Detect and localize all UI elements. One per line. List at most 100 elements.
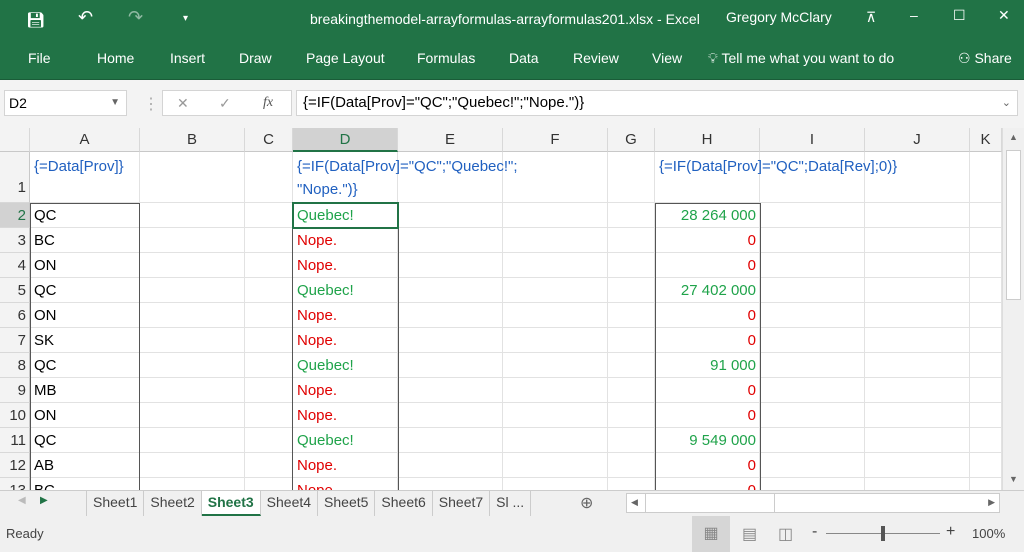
name-box[interactable]: D2 ▼	[4, 90, 127, 116]
row-header-7[interactable]: 7	[0, 328, 30, 353]
row-header-10[interactable]: 10	[0, 403, 30, 428]
cell-D1-line1[interactable]: {=IF(Data[Prov]="QC";"Quebec!";	[293, 154, 522, 179]
gridline	[30, 452, 1002, 453]
tab-review[interactable]: Review	[573, 50, 619, 66]
sheet-tab-4[interactable]: Sheet4	[261, 491, 319, 516]
sheet-tab-8[interactable]: Sl ...	[490, 491, 532, 516]
column-header-C[interactable]: C	[245, 128, 293, 152]
column-header-F[interactable]: F	[503, 128, 608, 152]
sheet-tab-1[interactable]: Sheet1	[87, 491, 145, 516]
row-header-11[interactable]: 11	[0, 428, 30, 453]
minimize-icon[interactable]: –	[910, 7, 918, 23]
row-header-5[interactable]: 5	[0, 278, 30, 303]
row-header-3[interactable]: 3	[0, 228, 30, 253]
status-bar: Ready ▦ ▤ ◫ - + 100%	[0, 516, 1024, 552]
gridline	[30, 427, 1002, 428]
save-icon[interactable]: 💾︎	[26, 11, 45, 29]
select-all-corner[interactable]	[0, 128, 30, 152]
column-header-B[interactable]: B	[140, 128, 245, 152]
cell-D1-line2: "Nope.")}	[297, 181, 358, 198]
grip-icon: ⋮	[143, 96, 159, 113]
customize-qat-icon[interactable]: ▾	[183, 13, 188, 24]
tab-home[interactable]: Home	[97, 50, 134, 66]
gridline	[30, 402, 1002, 403]
row-header-4[interactable]: 4	[0, 253, 30, 278]
formula-buttons: ✕ ✓ fx	[162, 90, 292, 116]
row-header-13[interactable]: 13	[0, 478, 30, 490]
zoom-out-icon[interactable]: -	[812, 523, 817, 541]
hscroll-thumb[interactable]	[645, 494, 775, 512]
tell-me-box[interactable]: 💡︎ Tell me what you want to do	[708, 50, 894, 67]
zoom-level[interactable]: 100%	[972, 526, 1005, 541]
scroll-down-icon[interactable]: ▼	[1009, 474, 1018, 484]
sheet-tab-6[interactable]: Sheet6	[375, 491, 433, 516]
prev-sheet-icon[interactable]: ◀	[18, 495, 26, 506]
active-cell-D2[interactable]	[292, 202, 399, 229]
row-header-9[interactable]: 9	[0, 378, 30, 403]
gridline	[30, 302, 1002, 303]
sheet-tab-3[interactable]: Sheet3	[201, 491, 261, 516]
tab-view[interactable]: View	[652, 50, 682, 66]
column-header-J[interactable]: J	[865, 128, 970, 152]
vertical-scrollbar[interactable]: ▲ ▼	[1002, 128, 1024, 490]
gridline	[30, 327, 1002, 328]
tab-data[interactable]: Data	[509, 50, 539, 66]
redo-icon[interactable]: ↷	[128, 7, 143, 28]
column-header-E[interactable]: E	[398, 128, 503, 152]
scroll-thumb[interactable]	[1006, 150, 1021, 300]
normal-view-icon[interactable]: ▦	[692, 516, 730, 552]
zoom-in-icon[interactable]: +	[946, 523, 955, 541]
sheet-tab-2[interactable]: Sheet2	[144, 491, 202, 516]
user-name[interactable]: Gregory McClary	[726, 9, 832, 25]
gridline	[30, 227, 1002, 228]
tab-draw[interactable]: Draw	[239, 50, 272, 66]
row-header-1[interactable]: 1	[0, 152, 30, 203]
tab-page-layout[interactable]: Page Layout	[306, 50, 385, 66]
row-header-2[interactable]: 2	[0, 203, 30, 228]
column-header-A[interactable]: A	[30, 128, 140, 152]
person-icon: ⚇	[958, 50, 971, 66]
tab-insert[interactable]: Insert	[170, 50, 205, 66]
column-header-K[interactable]: K	[970, 128, 1002, 152]
column-header-D[interactable]: D	[293, 128, 398, 152]
row-header-6[interactable]: 6	[0, 303, 30, 328]
sheet-tab-5[interactable]: Sheet5	[318, 491, 376, 516]
cell-A1[interactable]: {=Data[Prov]}	[30, 154, 128, 179]
title-bar: 💾︎ ↶ ↷ ▾ breakingthemodel-arrayformulas-…	[0, 0, 1024, 38]
worksheet-grid[interactable]: ABCDEFGHIJK 12345678910111213 {=Data[Pro…	[0, 128, 1002, 490]
scroll-right-icon[interactable]: ▶	[988, 497, 995, 508]
formula-bar: D2 ▼ ⋮ ✕ ✓ fx {=IF(Data[Prov]="QC";"Quebe…	[0, 80, 1024, 128]
scroll-left-icon[interactable]: ◀	[631, 497, 638, 508]
tab-file[interactable]: File	[28, 50, 51, 66]
horizontal-scrollbar[interactable]: ◀ ▶	[626, 493, 1000, 513]
window-title: breakingthemodel-arrayformulas-arrayform…	[310, 11, 700, 27]
undo-icon[interactable]: ↶	[78, 7, 93, 28]
enter-icon[interactable]: ✓	[219, 91, 231, 115]
column-header-I[interactable]: I	[760, 128, 865, 152]
status-text: Ready	[6, 526, 44, 541]
scroll-up-icon[interactable]: ▲	[1009, 132, 1018, 142]
ribbon-tabs: File Home Insert Draw Page Layout Formul…	[0, 38, 1024, 80]
tab-formulas[interactable]: Formulas	[417, 50, 475, 66]
ribbon-display-icon[interactable]: ⊼	[866, 9, 876, 26]
cancel-icon[interactable]: ✕	[177, 91, 189, 115]
row-header-12[interactable]: 12	[0, 453, 30, 478]
column-header-H[interactable]: H	[655, 128, 760, 152]
next-sheet-icon[interactable]: ▶	[40, 495, 48, 506]
page-layout-view-icon[interactable]: ▤	[742, 524, 757, 544]
row-header-8[interactable]: 8	[0, 353, 30, 378]
formula-input[interactable]: {=IF(Data[Prov]="QC";"Quebec!";"Nope.")}…	[296, 90, 1018, 116]
new-sheet-icon[interactable]: ⊕	[580, 493, 593, 513]
cell-H1[interactable]: {=IF(Data[Prov]="QC";Data[Rev];0)}	[655, 154, 901, 179]
insert-function-icon[interactable]: fx	[263, 91, 273, 115]
maximize-icon[interactable]: ☐	[953, 7, 966, 24]
gridline	[30, 252, 1002, 253]
gridline	[30, 477, 1002, 478]
share-button[interactable]: ⚇ Share	[958, 50, 1012, 67]
column-header-G[interactable]: G	[608, 128, 655, 152]
sheet-tab-7[interactable]: Sheet7	[433, 491, 491, 516]
page-break-view-icon[interactable]: ◫	[778, 524, 793, 544]
expand-formula-icon[interactable]: ⌄	[1002, 91, 1011, 115]
zoom-slider-thumb[interactable]	[881, 526, 885, 541]
close-icon[interactable]: ✕	[998, 7, 1010, 24]
